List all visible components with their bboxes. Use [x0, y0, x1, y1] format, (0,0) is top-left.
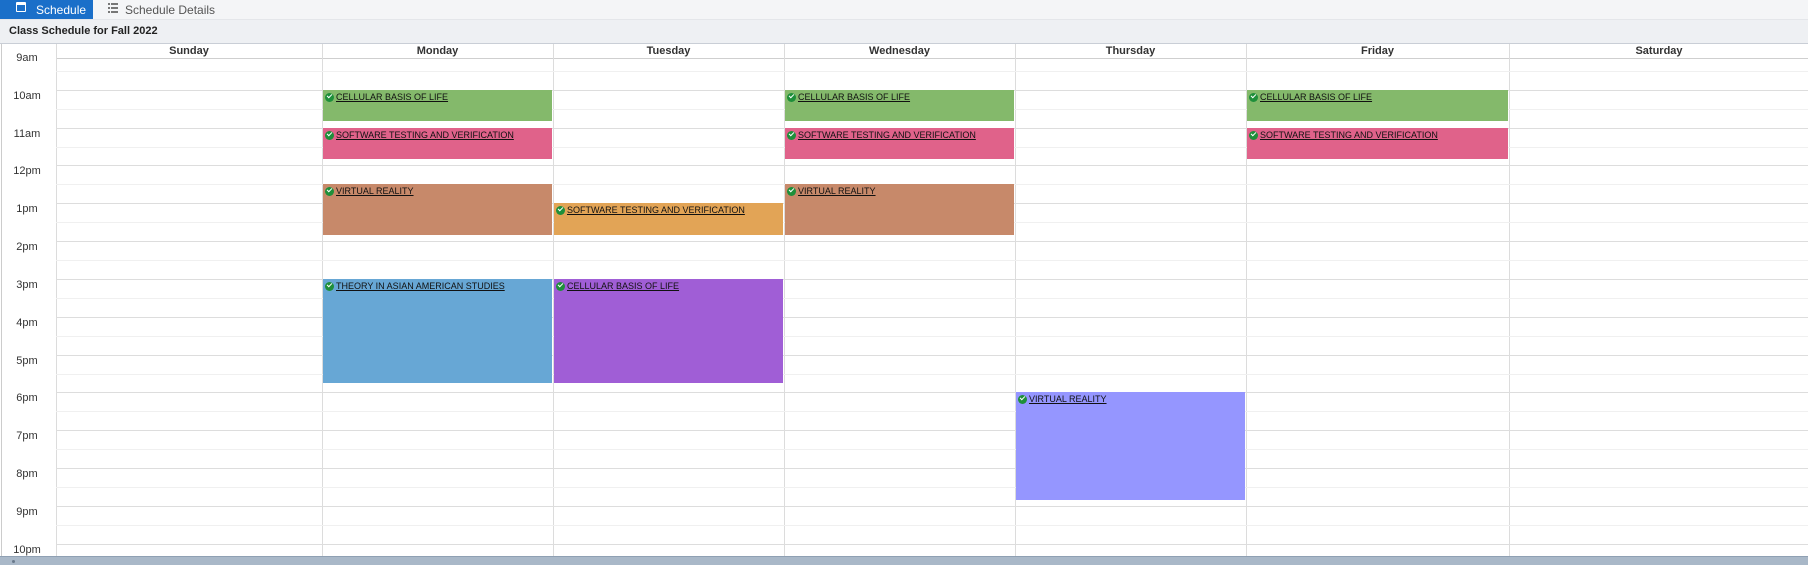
- event-title-link[interactable]: CELLULAR BASIS OF LIFE: [798, 92, 910, 103]
- schedule-title: Class Schedule for Fall 2022: [9, 25, 158, 37]
- schedule-header: Class Schedule for Fall 2022: [0, 20, 1808, 44]
- time-label-5pm: 5pm: [16, 354, 38, 367]
- half-hour-line: [56, 70, 1808, 72]
- time-label-9am: 9am: [16, 52, 38, 64]
- day-header-monday: Monday: [322, 44, 553, 59]
- event-friday-software-testing-and-verification[interactable]: SOFTWARE TESTING AND VERIFICATION: [1247, 127, 1508, 160]
- time-label-4pm: 4pm: [16, 316, 38, 329]
- tab-schedule[interactable]: Schedule: [0, 0, 93, 19]
- hour-line: [56, 354, 1808, 356]
- resize-bar[interactable]: [0, 556, 1808, 565]
- check-circle-icon: [556, 281, 565, 291]
- event-friday-cellular-basis-of-life[interactable]: CELLULAR BASIS OF LIFE: [1247, 89, 1508, 122]
- hour-line: [56, 241, 1808, 243]
- check-circle-icon: [787, 130, 796, 140]
- hour-line: [56, 543, 1808, 545]
- calendar-icon: [16, 1, 26, 12]
- event-monday-cellular-basis-of-life[interactable]: CELLULAR BASIS OF LIFE: [323, 89, 552, 122]
- time-label-10am: 10am: [13, 89, 41, 102]
- time-label-10pm: 10pm: [13, 543, 41, 556]
- tab-schedule-details[interactable]: Schedule Details: [108, 0, 215, 19]
- check-circle-icon: [325, 281, 334, 291]
- event-tuesday-software-testing-and-verification[interactable]: SOFTWARE TESTING AND VERIFICATION: [554, 203, 783, 235]
- check-circle-icon: [787, 92, 796, 102]
- list-icon: [108, 2, 118, 13]
- event-wednesday-cellular-basis-of-life[interactable]: CELLULAR BASIS OF LIFE: [785, 89, 1014, 122]
- time-label-8pm: 8pm: [16, 468, 38, 481]
- hour-line: [56, 468, 1808, 470]
- hour-line: [56, 505, 1808, 507]
- tab-schedule-details-label: Schedule Details: [125, 2, 216, 17]
- event-title-link[interactable]: SOFTWARE TESTING AND VERIFICATION: [336, 130, 514, 141]
- resize-grip-icon[interactable]: [12, 560, 15, 563]
- check-circle-icon: [1249, 92, 1258, 102]
- check-circle-icon: [325, 92, 334, 102]
- check-circle-icon: [787, 187, 796, 197]
- day-header-thursday: Thursday: [1015, 44, 1246, 59]
- column-divider: [56, 44, 57, 556]
- check-circle-icon: [325, 187, 334, 197]
- tab-schedule-label: Schedule: [36, 2, 87, 17]
- event-thursday-virtual-reality[interactable]: VIRTUAL REALITY: [1016, 392, 1245, 500]
- event-monday-theory-in-asian-american-studies[interactable]: THEORY IN ASIAN AMERICAN STUDIES: [323, 278, 552, 383]
- event-monday-virtual-reality[interactable]: VIRTUAL REALITY: [323, 184, 552, 235]
- event-title-link[interactable]: VIRTUAL REALITY: [798, 186, 876, 197]
- half-hour-line: [56, 297, 1808, 299]
- day-header-saturday: Saturday: [1509, 44, 1808, 59]
- event-monday-software-testing-and-verification[interactable]: SOFTWARE TESTING AND VERIFICATION: [323, 127, 552, 160]
- half-hour-line: [56, 260, 1808, 262]
- day-header-wednesday: Wednesday: [784, 44, 1015, 59]
- check-circle-icon: [1018, 395, 1027, 405]
- half-hour-line: [56, 335, 1808, 337]
- event-tuesday-cellular-basis-of-life[interactable]: CELLULAR BASIS OF LIFE: [554, 278, 783, 383]
- event-wednesday-virtual-reality[interactable]: VIRTUAL REALITY: [785, 184, 1014, 235]
- half-hour-line: [56, 524, 1808, 526]
- day-header-sunday: Sunday: [56, 44, 322, 59]
- hour-line: [56, 316, 1808, 318]
- event-title-link[interactable]: THEORY IN ASIAN AMERICAN STUDIES: [336, 281, 505, 292]
- hour-line: [56, 165, 1808, 167]
- column-divider: [1509, 44, 1510, 556]
- time-label-3pm: 3pm: [16, 278, 38, 291]
- tab-bar: Schedule Schedule Details: [0, 0, 1808, 20]
- half-hour-line: [56, 487, 1808, 489]
- check-circle-icon: [325, 130, 334, 140]
- time-label-7pm: 7pm: [16, 430, 38, 443]
- time-label-12pm: 12pm: [13, 165, 41, 178]
- time-label-1pm: 1pm: [16, 203, 38, 216]
- time-label-2pm: 2pm: [16, 241, 38, 254]
- event-title-link[interactable]: VIRTUAL REALITY: [336, 186, 414, 197]
- hour-line: [56, 430, 1808, 432]
- hour-line: [56, 392, 1808, 394]
- event-title-link[interactable]: VIRTUAL REALITY: [1029, 394, 1107, 405]
- half-hour-line: [56, 449, 1808, 451]
- day-header-tuesday: Tuesday: [553, 44, 784, 59]
- weekly-calendar: Sunday Monday Tuesday Wednesday Thursday Frid…: [1, 44, 1808, 556]
- event-title-link[interactable]: SOFTWARE TESTING AND VERIFICATION: [567, 205, 745, 216]
- half-hour-line: [56, 373, 1808, 375]
- time-label-9pm: 9pm: [16, 505, 38, 518]
- event-title-link[interactable]: CELLULAR BASIS OF LIFE: [336, 92, 448, 103]
- event-title-link[interactable]: CELLULAR BASIS OF LIFE: [567, 281, 679, 292]
- event-title-link[interactable]: SOFTWARE TESTING AND VERIFICATION: [798, 130, 976, 141]
- event-title-link[interactable]: SOFTWARE TESTING AND VERIFICATION: [1260, 130, 1438, 141]
- event-wednesday-software-testing-and-verification[interactable]: SOFTWARE TESTING AND VERIFICATION: [785, 127, 1014, 160]
- time-label-6pm: 6pm: [16, 392, 38, 405]
- hour-line: [56, 278, 1808, 280]
- check-circle-icon: [1249, 130, 1258, 140]
- day-header-friday: Friday: [1246, 44, 1509, 59]
- event-title-link[interactable]: CELLULAR BASIS OF LIFE: [1260, 92, 1372, 103]
- check-circle-icon: [556, 206, 565, 216]
- time-label-11am: 11am: [13, 127, 41, 140]
- half-hour-line: [56, 411, 1808, 413]
